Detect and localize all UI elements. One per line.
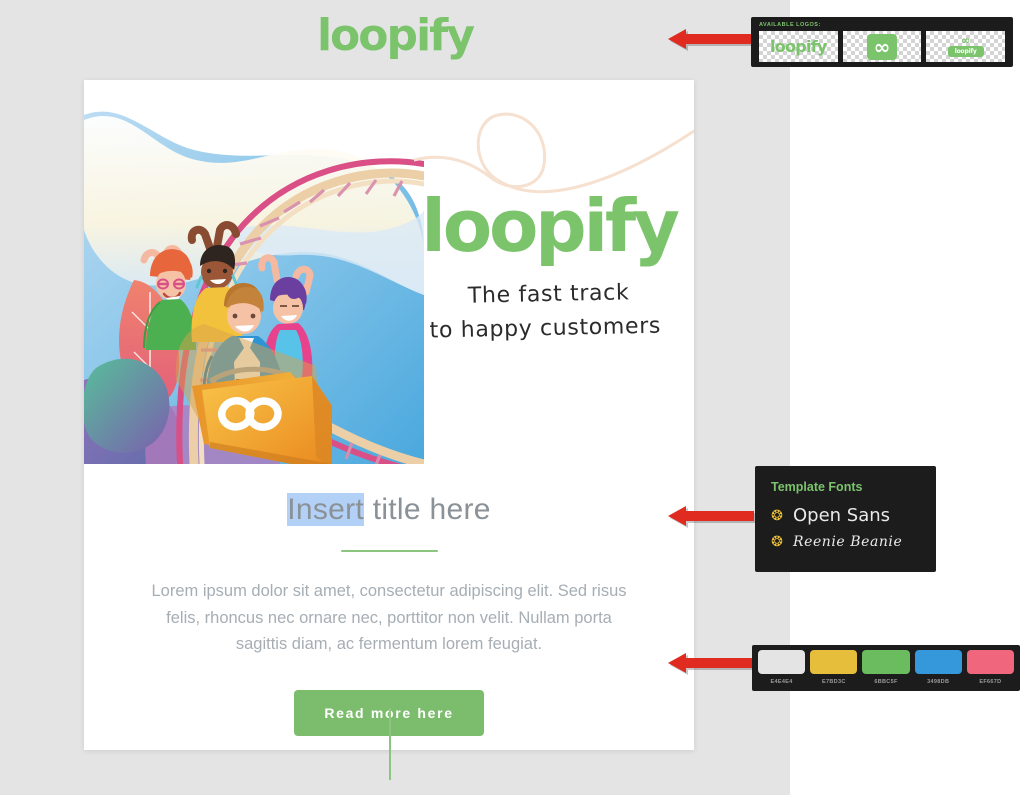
color-chip[interactable] [810, 650, 858, 674]
sun-bullet-icon: ❂ [771, 534, 783, 550]
color-swatch-2[interactable]: 6BBC5F [862, 650, 910, 686]
infinity-glyph: ∞ [873, 34, 891, 59]
wordmark-logo-text: loopify [769, 36, 827, 56]
hero-tagline: The fast track to happy customers [403, 275, 694, 349]
hero-brand-block: loopify The fast track to happy customer… [404, 190, 694, 346]
tagline-line-2: to happy customers [429, 313, 662, 344]
arrow-to-fonts-icon [664, 506, 756, 532]
color-swatch-4[interactable]: EF667D [966, 650, 1015, 686]
logo-swatch-stacked[interactable]: ∞ loopify [926, 31, 1006, 62]
color-swatch-3[interactable]: 3498DB [914, 650, 962, 686]
font-name-open-sans: Open Sans [793, 505, 891, 526]
color-hex-label: 3498DB [927, 679, 950, 685]
hero-logo-wordmark: loopify [421, 184, 680, 268]
available-logos-panel: AVAILABLE LOGOS: loopify ∞ ∞ loopify [751, 17, 1013, 67]
arrow-to-logos-icon [664, 29, 756, 55]
email-template-card[interactable]: loopify The fast track to happy customer… [84, 80, 694, 750]
hero-section[interactable]: loopify The fast track to happy customer… [84, 80, 694, 464]
email-body: Insert title here Lorem ipsum dolor sit … [84, 464, 694, 737]
color-chip[interactable] [966, 650, 1015, 674]
color-hex-label: E7BD3C [821, 679, 846, 685]
vertical-connector-line [389, 708, 391, 780]
title-selected-text[interactable]: Insert [287, 493, 365, 526]
template-fonts-title: Template Fonts [771, 480, 863, 494]
arrow-to-colors-icon [664, 653, 756, 679]
email-paragraph[interactable]: Lorem ipsum dolor sit amet, consectetur … [140, 578, 638, 658]
rollercoaster-illustration [84, 80, 424, 464]
color-swatch-1[interactable]: E7BD3C [810, 650, 858, 686]
tagline-line-1: The fast track [467, 280, 630, 309]
infinity-mark-icon: ∞ [867, 33, 897, 60]
available-logos-title: AVAILABLE LOGOS: [759, 22, 821, 28]
color-chip[interactable] [862, 650, 910, 674]
color-hex-label: 6BBC5F [874, 679, 898, 685]
color-hex-label: E4E4E4 [770, 679, 793, 685]
color-swatch-0[interactable]: E4E4E4 [758, 650, 806, 686]
sun-bullet-icon: ❂ [771, 507, 783, 524]
logo-swatch-list: loopify ∞ ∞ loopify [759, 31, 1006, 62]
logo-swatch-wordmark[interactable]: loopify [759, 31, 838, 62]
stacked-logo-text: loopify [947, 45, 984, 57]
email-title[interactable]: Insert title here [140, 492, 638, 528]
title-divider [340, 550, 438, 552]
font-item-open-sans: ❂ Open Sans [771, 505, 936, 526]
font-item-reenie-beanie: ❂ Reenie Beanie [771, 534, 936, 550]
color-hex-label: EF667D [979, 679, 1002, 685]
logo-swatch-infinity[interactable]: ∞ [842, 31, 922, 62]
color-chip[interactable] [914, 650, 962, 674]
template-fonts-panel: Template Fonts ❂ Open Sans ❂ Reenie Bean… [755, 466, 936, 572]
font-name-reenie-beanie: Reenie Beanie [793, 534, 903, 550]
stacked-logo-icon: ∞ loopify [947, 33, 984, 57]
title-remaining-text[interactable]: title here [364, 493, 491, 526]
stacked-infinity-glyph: ∞ [961, 33, 971, 47]
color-palette-panel: E4E4E4 E7BD3C 6BBC5F 3498DB EF667D [752, 645, 1020, 691]
brand-logo-wordmark: loopify [316, 10, 475, 61]
color-chip[interactable] [758, 650, 806, 674]
